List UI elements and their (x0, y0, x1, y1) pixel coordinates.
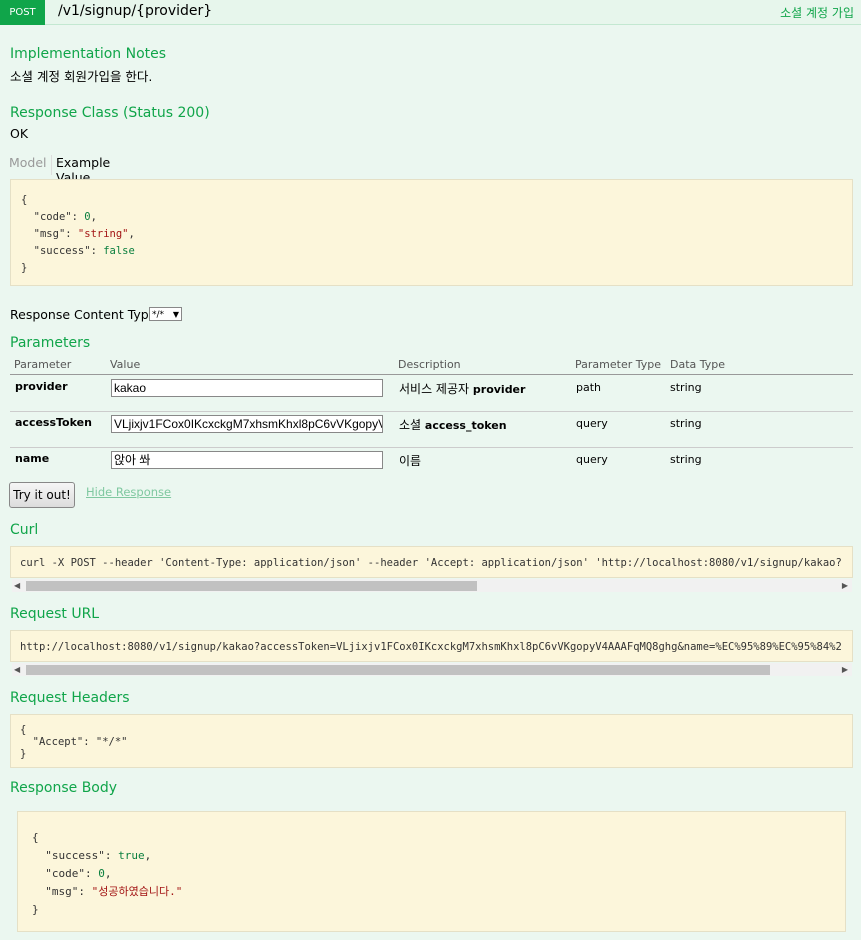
table-row: provider kakao 서비스 제공자 provider path str… (10, 375, 853, 412)
parameters-title: Parameters (10, 335, 91, 351)
chevron-down-icon: ▼ (172, 310, 179, 319)
provider-input[interactable]: kakao (111, 379, 383, 397)
param-data-type: string (670, 417, 702, 430)
request-url-text: http://localhost:8080/v1/signup/kakao?ac… (20, 641, 842, 653)
curl-box: curl -X POST --header 'Content-Type: app… (10, 546, 853, 578)
response-body-title: Response Body (10, 780, 118, 796)
endpoint-summary[interactable]: 소셜 계정 가입 (780, 4, 854, 21)
request-headers-box: { "Accept": "*/*" } (10, 714, 853, 768)
parameters-table-header: Parameter Value Description Parameter Ty… (10, 355, 853, 375)
access-token-input[interactable]: VLjixjv1FCox0IKcxckgM7xhsmKhxl8pC6vVKgop… (111, 415, 383, 433)
example-value-code: { "code": 0, "msg": "string", "success":… (10, 179, 853, 286)
param-description: 이름 (399, 454, 422, 468)
response-class-text: OK (10, 126, 29, 141)
table-row: name 앉아 쏴 이름 query string (10, 447, 853, 483)
scroll-right-icon[interactable]: ▶ (842, 663, 848, 676)
table-row: accessToken VLjixjv1FCox0IKcxckgM7xhsmKh… (10, 411, 853, 448)
col-description: Description (398, 358, 461, 371)
hide-response-link[interactable]: Hide Response (86, 485, 171, 499)
name-input[interactable]: 앉아 쏴 (111, 451, 383, 469)
try-it-out-button[interactable]: Try it out! (9, 482, 75, 508)
request-headers-title: Request Headers (10, 690, 130, 706)
curl-title: Curl (10, 522, 39, 538)
param-data-type: string (670, 453, 702, 466)
scroll-left-icon[interactable]: ◀ (14, 579, 20, 592)
scroll-thumb[interactable] (26, 581, 477, 591)
response-content-type-select[interactable]: */* ▼ (149, 307, 182, 321)
endpoint-path[interactable]: /v1/signup/{provider} (58, 3, 212, 19)
param-type: query (576, 453, 608, 466)
param-type: query (576, 417, 608, 430)
request-url-box: http://localhost:8080/v1/signup/kakao?ac… (10, 630, 853, 662)
scroll-right-icon[interactable]: ▶ (842, 579, 848, 592)
response-class-title: Response Class (Status 200) (10, 105, 210, 121)
scroll-thumb[interactable] (26, 665, 770, 675)
http-method-badge[interactable]: POST (0, 0, 45, 25)
param-description: 소셜 access_token (399, 418, 507, 432)
col-data-type: Data Type (670, 358, 726, 371)
param-data-type: string (670, 381, 702, 394)
tab-model[interactable]: Model (9, 155, 52, 175)
col-parameter-type: Parameter Type (575, 358, 661, 371)
implementation-notes-text: 소셜 계정 회원가입을 한다. (10, 69, 153, 84)
param-type: path (576, 381, 602, 394)
request-url-title: Request URL (10, 606, 100, 622)
response-content-type-label: Response Content Type (10, 307, 157, 322)
request-url-scrollbar[interactable]: ◀ ▶ (12, 663, 852, 676)
col-parameter: Parameter (14, 358, 72, 371)
operation-header[interactable]: POST /v1/signup/{provider} 소셜 계정 가입 (0, 0, 861, 25)
scroll-left-icon[interactable]: ◀ (14, 663, 20, 676)
param-name: accessToken (15, 416, 92, 429)
implementation-notes-title: Implementation Notes (10, 46, 167, 62)
curl-scrollbar[interactable]: ◀ ▶ (12, 579, 852, 592)
col-value: Value (110, 358, 141, 371)
operation-panel: POST /v1/signup/{provider} 소셜 계정 가입 Impl… (0, 0, 861, 940)
param-name: name (15, 452, 50, 465)
param-name: provider (15, 380, 68, 393)
curl-command: curl -X POST --header 'Content-Type: app… (20, 557, 842, 569)
response-body-box: { "success": true, "code": 0, "msg": "성공… (17, 811, 846, 932)
param-description: 서비스 제공자 provider (399, 382, 526, 396)
